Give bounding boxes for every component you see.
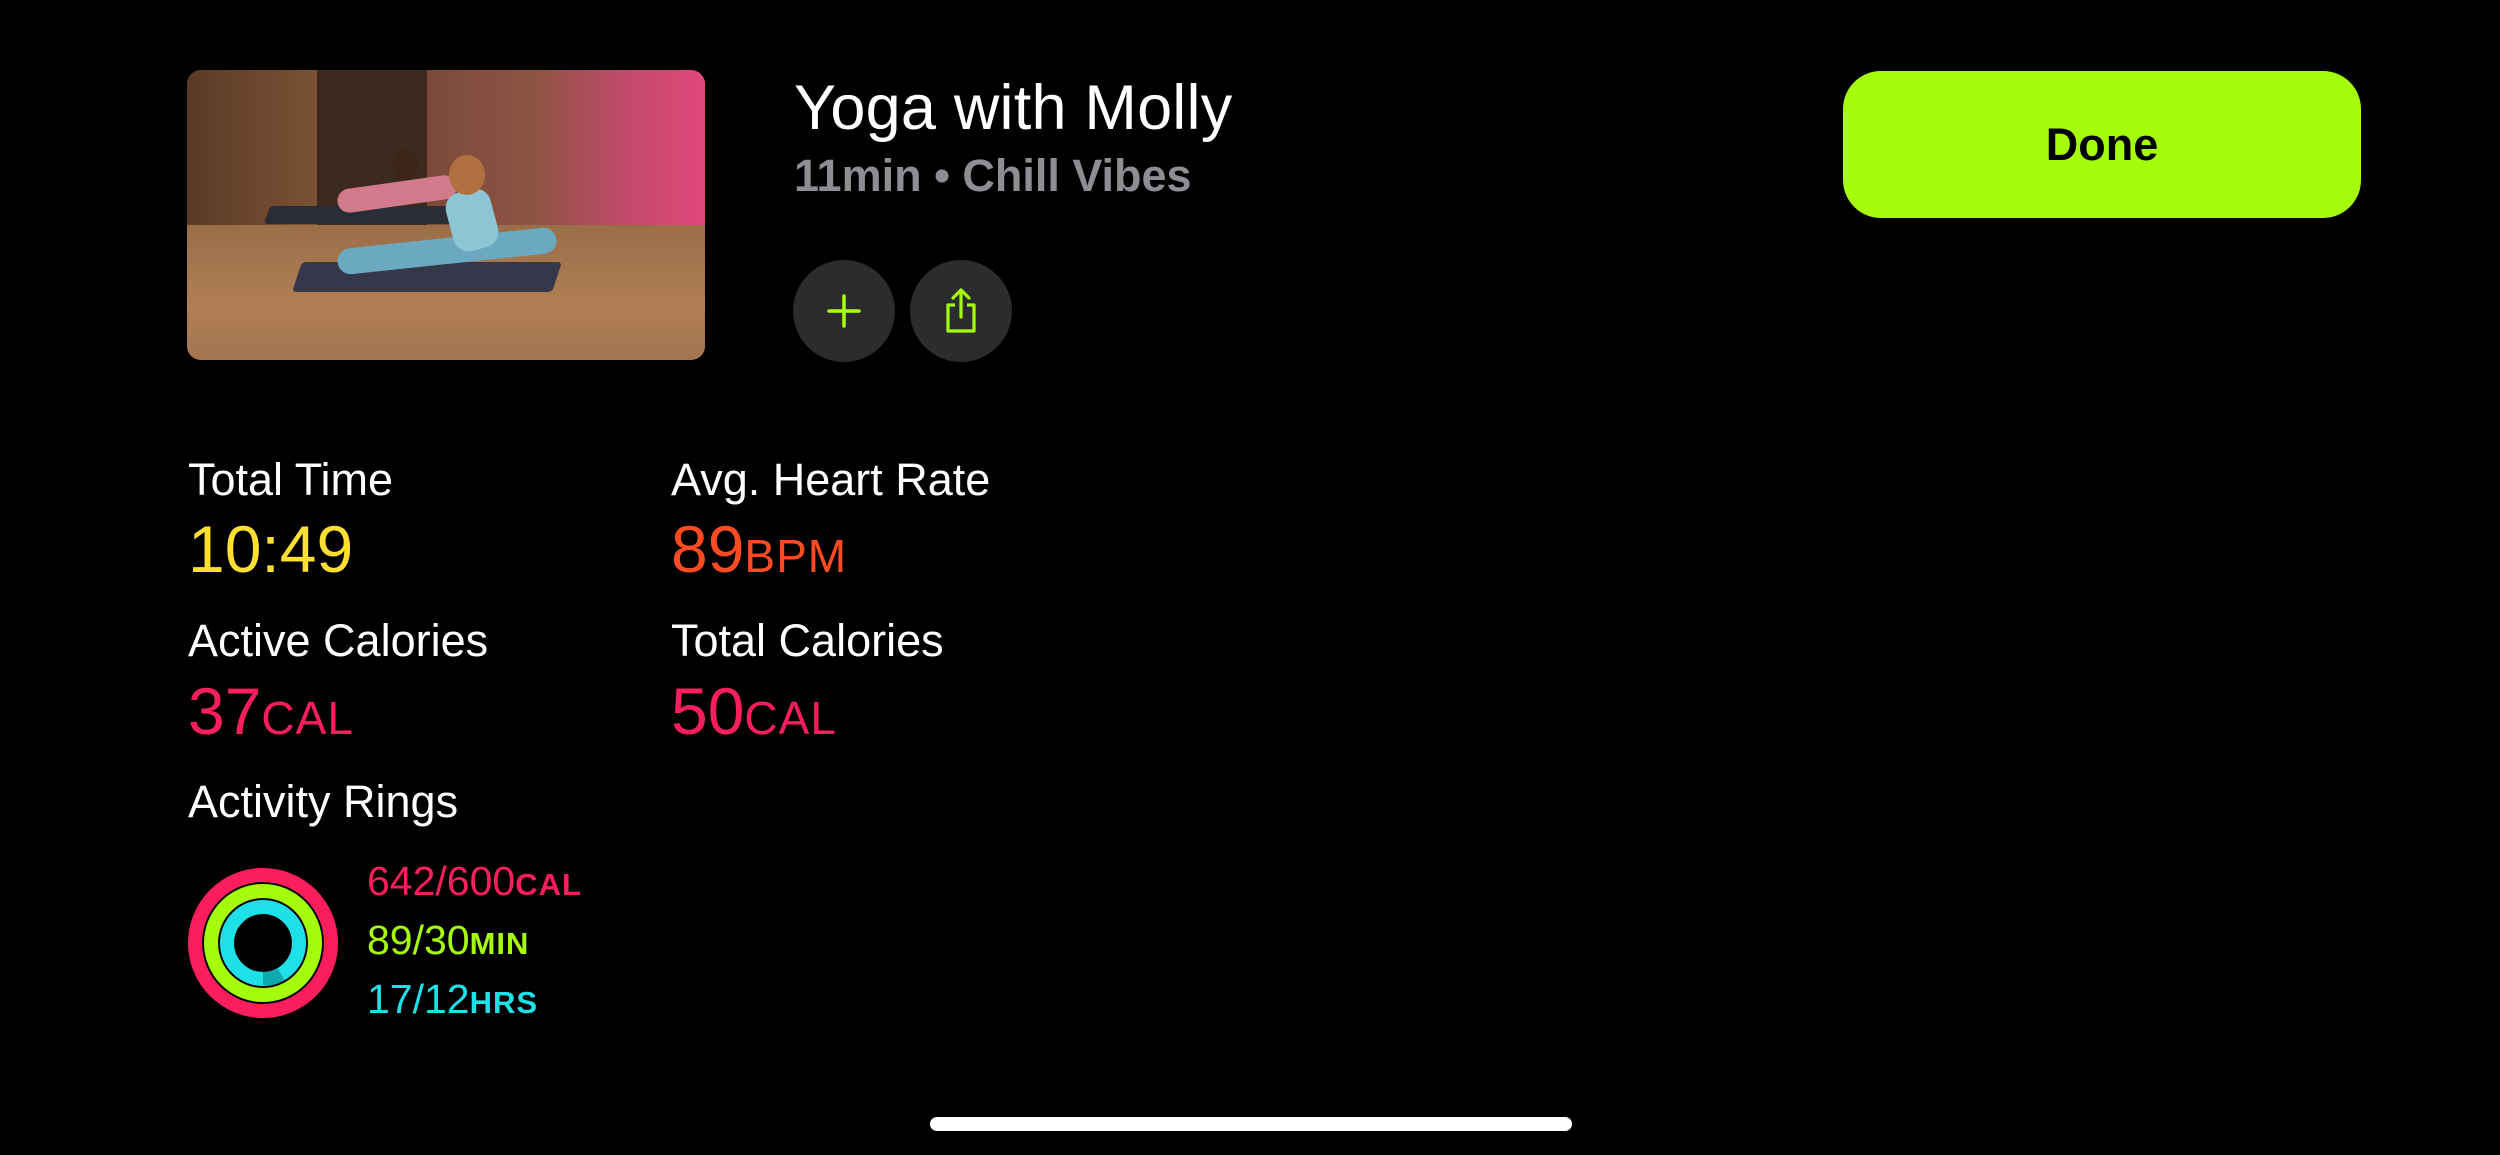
workout-summary-screen: Yoga with Molly 11min • Chill Vibes Done… [0,0,2500,1155]
stand-ring-value: 17/12 [367,976,470,1022]
avg-heart-rate-label: Avg. Heart Rate [671,454,991,505]
active-calories-unit: CAL [261,692,354,744]
avg-heart-rate-value: 89BPM [671,516,847,582]
stand-ring-end [262,967,285,986]
total-time-label: Total Time [188,454,394,505]
total-calories-unit: CAL [744,692,837,744]
exercise-ring-unit: MIN [469,926,530,961]
thumbnail-mat-front [292,262,562,292]
done-button[interactable]: Done [1843,71,2361,218]
active-calories-number: 37 [188,674,262,748]
workout-title: Yoga with Molly [794,73,1233,143]
thumbnail-person-front-head [449,155,485,195]
move-ring-value: 642/600 [367,858,516,904]
avg-heart-rate-number: 89 [671,512,745,586]
move-ring-unit: CAL [515,867,582,902]
avg-heart-rate-unit: BPM [744,530,848,582]
total-calories-label: Total Calories [671,615,944,666]
workout-subtitle: 11min • Chill Vibes [794,150,1192,201]
plus-icon [827,294,861,328]
total-time-number: 10:49 [188,512,354,586]
add-button[interactable] [793,260,895,362]
stand-ring-text: 17/12HRS [367,979,538,1020]
workout-thumbnail[interactable] [187,70,705,360]
exercise-ring-text: 89/30MIN [367,920,529,961]
active-calories-label: Active Calories [188,615,489,666]
total-calories-value: 50CAL [671,678,837,744]
active-calories-value: 37CAL [188,678,354,744]
share-button[interactable] [910,260,1012,362]
move-ring-text: 642/600CAL [367,861,582,902]
thumbnail-person-back-head [392,150,418,180]
stand-ring-unit: HRS [469,985,539,1020]
total-calories-number: 50 [671,674,745,748]
activity-rings-label: Activity Rings [188,776,459,827]
home-indicator[interactable] [930,1117,1572,1131]
share-icon [946,288,976,333]
total-time-value: 10:49 [188,516,353,582]
stand-ring [220,900,306,986]
activity-rings-icon[interactable] [186,866,340,1020]
exercise-ring-value: 89/30 [367,917,470,963]
